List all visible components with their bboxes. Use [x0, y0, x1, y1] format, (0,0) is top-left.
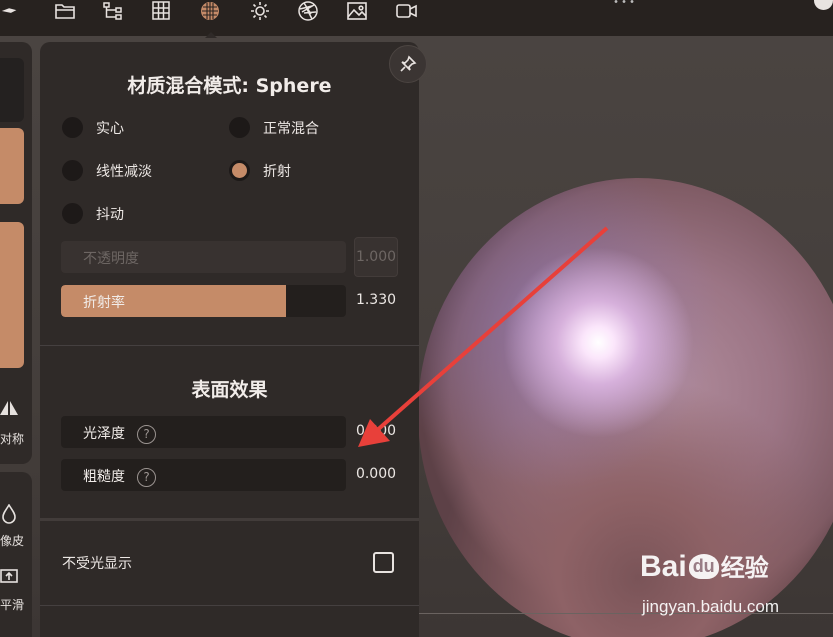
panel-title: 材质混合模式: Sphere — [127, 75, 332, 97]
radio-button[interactable] — [229, 117, 250, 138]
watermark-logo: Bai du 经验 — [640, 550, 769, 583]
aperture-icon[interactable] — [295, 0, 321, 22]
mode-label: 实心 — [96, 120, 124, 137]
symmetry-icon[interactable] — [0, 400, 18, 420]
roughness-slider[interactable]: 粗糙度? — [61, 459, 346, 491]
image-icon[interactable] — [344, 0, 370, 22]
radio-button[interactable] — [62, 203, 83, 224]
profile-icon[interactable] — [814, 0, 833, 10]
roughness-label: 粗糙度? — [83, 466, 156, 487]
opacity-slider: 不透明度 — [61, 241, 346, 273]
smooth-label: 平滑 — [0, 598, 25, 612]
gloss-slider[interactable]: 光泽度? — [61, 416, 346, 448]
active-tab-caret — [205, 32, 217, 38]
surface-effects-title: 表面效果 — [191, 379, 268, 401]
watermark-url: jingyan.baidu.com — [642, 597, 780, 616]
mode-label: 抖动 — [96, 206, 124, 223]
section-divider — [40, 345, 419, 346]
material-icon[interactable] — [197, 0, 223, 22]
eraser-label: 像皮 — [0, 534, 25, 548]
opacity-label: 不透明度 — [83, 251, 139, 267]
mode-dither[interactable]: 抖动 — [62, 203, 124, 224]
hand-icon[interactable] — [0, 0, 20, 22]
left-tool-panel: 对称 — [0, 42, 32, 464]
folder-icon[interactable] — [52, 0, 78, 22]
grid-icon[interactable] — [148, 0, 174, 22]
mode-label: 折射 — [263, 163, 291, 180]
more-dots-icon[interactable] — [612, 0, 636, 3]
drop-icon[interactable] — [0, 503, 18, 528]
camera-icon[interactable] — [393, 0, 419, 22]
mode-refraction[interactable]: 折射 — [229, 160, 291, 181]
help-icon[interactable]: ? — [137, 467, 156, 487]
refraction-value[interactable]: 1.330 — [354, 280, 398, 320]
refraction-label: 折射率 — [83, 295, 125, 311]
left-brush-panel: 像皮 平滑 — [0, 472, 32, 637]
light-icon[interactable] — [247, 0, 273, 22]
unlit-label: 不受光显示 — [62, 556, 132, 572]
symmetry-label: 对称 — [0, 432, 25, 446]
section-divider — [40, 605, 419, 606]
hierarchy-icon[interactable] — [100, 0, 126, 22]
mode-label: 线性减淡 — [96, 163, 152, 180]
top-toolbar — [0, 0, 833, 36]
color-slider-a[interactable] — [0, 128, 24, 204]
material-blend-panel: 材质混合模式: Sphere 实心 正常混合 线性减淡 折射 抖动 不透明度 1… — [40, 42, 427, 637]
mode-linear-dodge[interactable]: 线性减淡 — [62, 160, 152, 181]
refraction-slider[interactable]: 折射率 — [61, 285, 346, 317]
opacity-value: 1.000 — [354, 237, 398, 277]
smooth-icon[interactable] — [0, 568, 18, 588]
gloss-value[interactable]: 0.000 — [354, 411, 398, 451]
color-slider-b[interactable] — [0, 222, 24, 368]
help-icon[interactable]: ? — [137, 424, 156, 444]
tool-slot[interactable] — [0, 58, 24, 122]
roughness-value[interactable]: 0.000 — [354, 454, 398, 494]
mode-solid[interactable]: 实心 — [62, 117, 124, 138]
unlit-checkbox[interactable] — [373, 552, 394, 573]
radio-button[interactable] — [62, 160, 83, 181]
gloss-label: 光泽度? — [83, 423, 156, 444]
mode-normal-blend[interactable]: 正常混合 — [229, 117, 319, 138]
radio-button[interactable] — [62, 117, 83, 138]
mode-label: 正常混合 — [263, 120, 319, 137]
radio-button-checked[interactable] — [229, 160, 250, 181]
section-divider — [40, 518, 419, 521]
